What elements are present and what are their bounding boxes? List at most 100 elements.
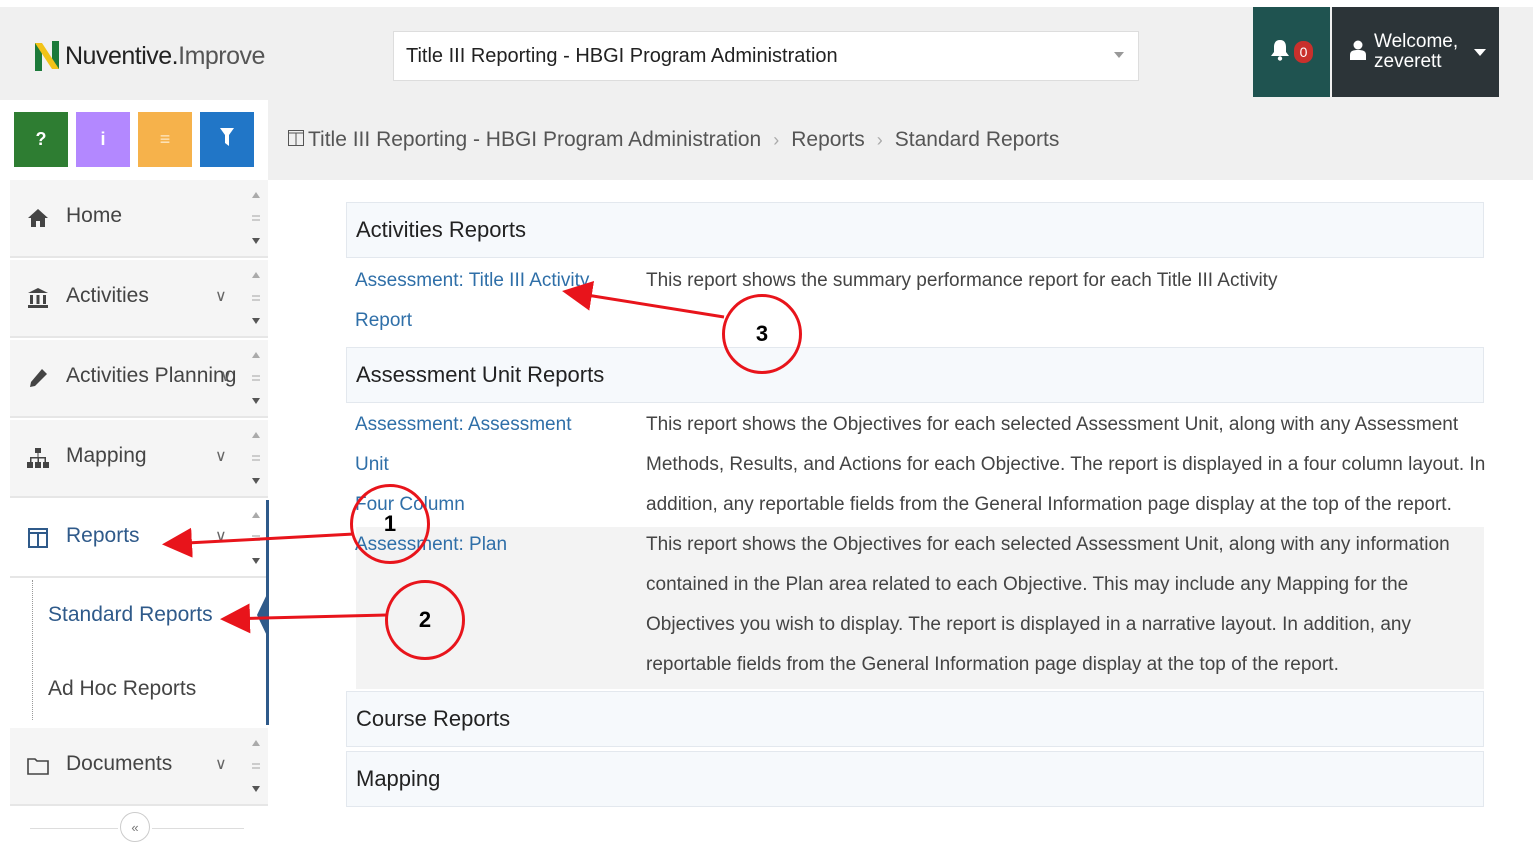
notification-count-badge: 0 <box>1293 41 1314 63</box>
scroll-down-icon <box>252 478 260 484</box>
report-link-line1: Assessment: Title III Activity <box>355 270 590 291</box>
callout-number: 2 <box>418 607 432 632</box>
sidebar-item-home[interactable]: Home <box>10 180 268 258</box>
sidebar-item-label: Reports <box>66 524 140 547</box>
scroll-up-icon <box>252 192 260 198</box>
chevron-down-icon: ∨ <box>215 448 227 465</box>
sitemap-icon <box>26 446 50 470</box>
user-menu[interactable]: Welcome, zeverett <box>1332 7 1499 97</box>
section-assessment-unit-reports: Assessment Unit Reports <box>346 347 1484 403</box>
sidebar-item-label: Activities Planning <box>66 364 237 387</box>
scroll-up-icon <box>252 512 260 518</box>
breadcrumb-item-reports[interactable]: Reports <box>791 128 865 152</box>
breadcrumb-item-program[interactable]: Title III Reporting - HBGI Program Admin… <box>308 128 761 152</box>
breadcrumb-separator-icon: › <box>773 129 780 150</box>
item-scrollbar[interactable] <box>250 192 262 244</box>
welcome-text: Welcome, zeverett <box>1374 32 1458 72</box>
logo-text: Nuventive.Improve <box>65 42 265 71</box>
logo-product: Improve <box>178 41 265 70</box>
question-icon: ? <box>35 129 47 149</box>
folder-icon <box>26 754 50 778</box>
section-course-reports: Course Reports <box>346 691 1484 747</box>
report-description: This report shows the Objectives for eac… <box>646 534 1450 675</box>
welcome-line1: Welcome, <box>1374 31 1459 52</box>
callout-2: 2 <box>385 580 465 660</box>
sidebar-item-label: Mapping <box>66 444 147 467</box>
scroll-up-icon <box>252 740 260 746</box>
scroll-thumb <box>252 763 260 769</box>
scroll-down-icon <box>252 238 260 244</box>
report-description: This report shows the Objectives for eac… <box>646 414 1486 515</box>
notifications-button[interactable]: 0 <box>1253 7 1330 97</box>
top-strip <box>0 0 1533 7</box>
section-title: Mapping <box>356 766 441 791</box>
scroll-up-icon <box>252 432 260 438</box>
sidebar-item-label: Documents <box>66 752 173 775</box>
bell-icon <box>1270 39 1290 66</box>
chevron-down-icon: ∨ <box>215 756 227 773</box>
scroll-up-icon <box>252 352 260 358</box>
report-link-title-iii-activity[interactable]: Assessment: Title III Activity Report <box>355 261 605 341</box>
chevron-down-icon: ∨ <box>220 368 232 385</box>
scroll-thumb <box>252 455 260 461</box>
sidebar-item-mapping[interactable]: Mapping ∨ <box>10 420 268 498</box>
item-scrollbar[interactable] <box>250 272 262 324</box>
columns-icon <box>26 526 50 550</box>
program-selector-value: Title III Reporting - HBGI Program Admin… <box>406 44 838 67</box>
info-icon: i <box>100 129 106 149</box>
scroll-up-icon <box>252 272 260 278</box>
sidebar-item-label: Home <box>66 204 123 227</box>
scroll-down-icon <box>252 786 260 792</box>
sidebar-subitem-standard-reports[interactable]: Standard Reports <box>22 580 266 650</box>
chevron-down-icon: ∨ <box>215 288 227 305</box>
scroll-thumb <box>252 535 260 541</box>
nuventive-logo-icon <box>35 41 59 71</box>
filter-button[interactable] <box>200 112 254 167</box>
info-button[interactable]: i <box>76 112 130 167</box>
program-selector[interactable]: Title III Reporting - HBGI Program Admin… <box>393 31 1139 81</box>
pencil-icon <box>26 366 50 390</box>
section-title: Assessment Unit Reports <box>356 362 605 387</box>
chevron-down-icon <box>1474 48 1487 56</box>
callout-number: 3 <box>755 321 769 346</box>
subitem-label: Standard Reports <box>48 603 213 626</box>
section-title: Course Reports <box>356 706 511 731</box>
sidebar-item-activities[interactable]: Activities ∨ <box>10 260 268 338</box>
subitem-label: Ad Hoc Reports <box>48 677 197 700</box>
filter-icon <box>220 128 234 151</box>
item-scrollbar[interactable] <box>250 432 262 484</box>
section-mapping: Mapping <box>346 751 1484 807</box>
scroll-thumb <box>252 375 260 381</box>
bank-icon <box>26 286 50 310</box>
active-pointer-icon <box>257 590 269 640</box>
report-row: Assessment: Title III Activity Report Th… <box>346 261 1484 341</box>
action-tiles: ? i ≡ <box>14 112 254 167</box>
report-link-line1: Assessment: Assessment Unit <box>355 414 572 475</box>
item-scrollbar[interactable] <box>250 512 262 564</box>
section-title: Activities Reports <box>356 217 526 242</box>
scroll-down-icon <box>252 558 260 564</box>
collapse-divider <box>152 828 244 829</box>
item-scrollbar[interactable] <box>250 740 262 792</box>
list-button[interactable]: ≡ <box>138 112 192 167</box>
help-button[interactable]: ? <box>14 112 68 167</box>
sidebar-item-documents[interactable]: Documents ∨ <box>10 728 268 806</box>
sidebar-item-reports[interactable]: Reports ∨ <box>10 500 268 578</box>
columns-icon <box>288 128 304 152</box>
report-link-line2: Report <box>355 310 413 331</box>
report-row: Assessment: Plan This report shows the O… <box>346 525 1484 685</box>
callout-3: 3 <box>722 294 802 374</box>
scroll-thumb <box>252 295 260 301</box>
double-chevron-left-icon: « <box>131 819 139 835</box>
breadcrumb-separator-icon: › <box>876 129 883 150</box>
logo-brand: Nuventive. <box>65 41 179 70</box>
sidebar-item-activities-planning[interactable]: Activities Planning ∨ <box>10 340 268 418</box>
scroll-down-icon <box>252 398 260 404</box>
app-logo[interactable]: Nuventive.Improve <box>35 36 265 76</box>
sidebar-subitem-ad-hoc-reports[interactable]: Ad Hoc Reports <box>22 654 266 724</box>
chevron-down-icon: ∨ <box>215 528 227 545</box>
collapse-sidebar-button[interactable]: « <box>120 812 150 842</box>
chevron-down-icon <box>1114 52 1124 58</box>
breadcrumb: Title III Reporting - HBGI Program Admin… <box>268 100 1533 180</box>
item-scrollbar[interactable] <box>250 352 262 404</box>
